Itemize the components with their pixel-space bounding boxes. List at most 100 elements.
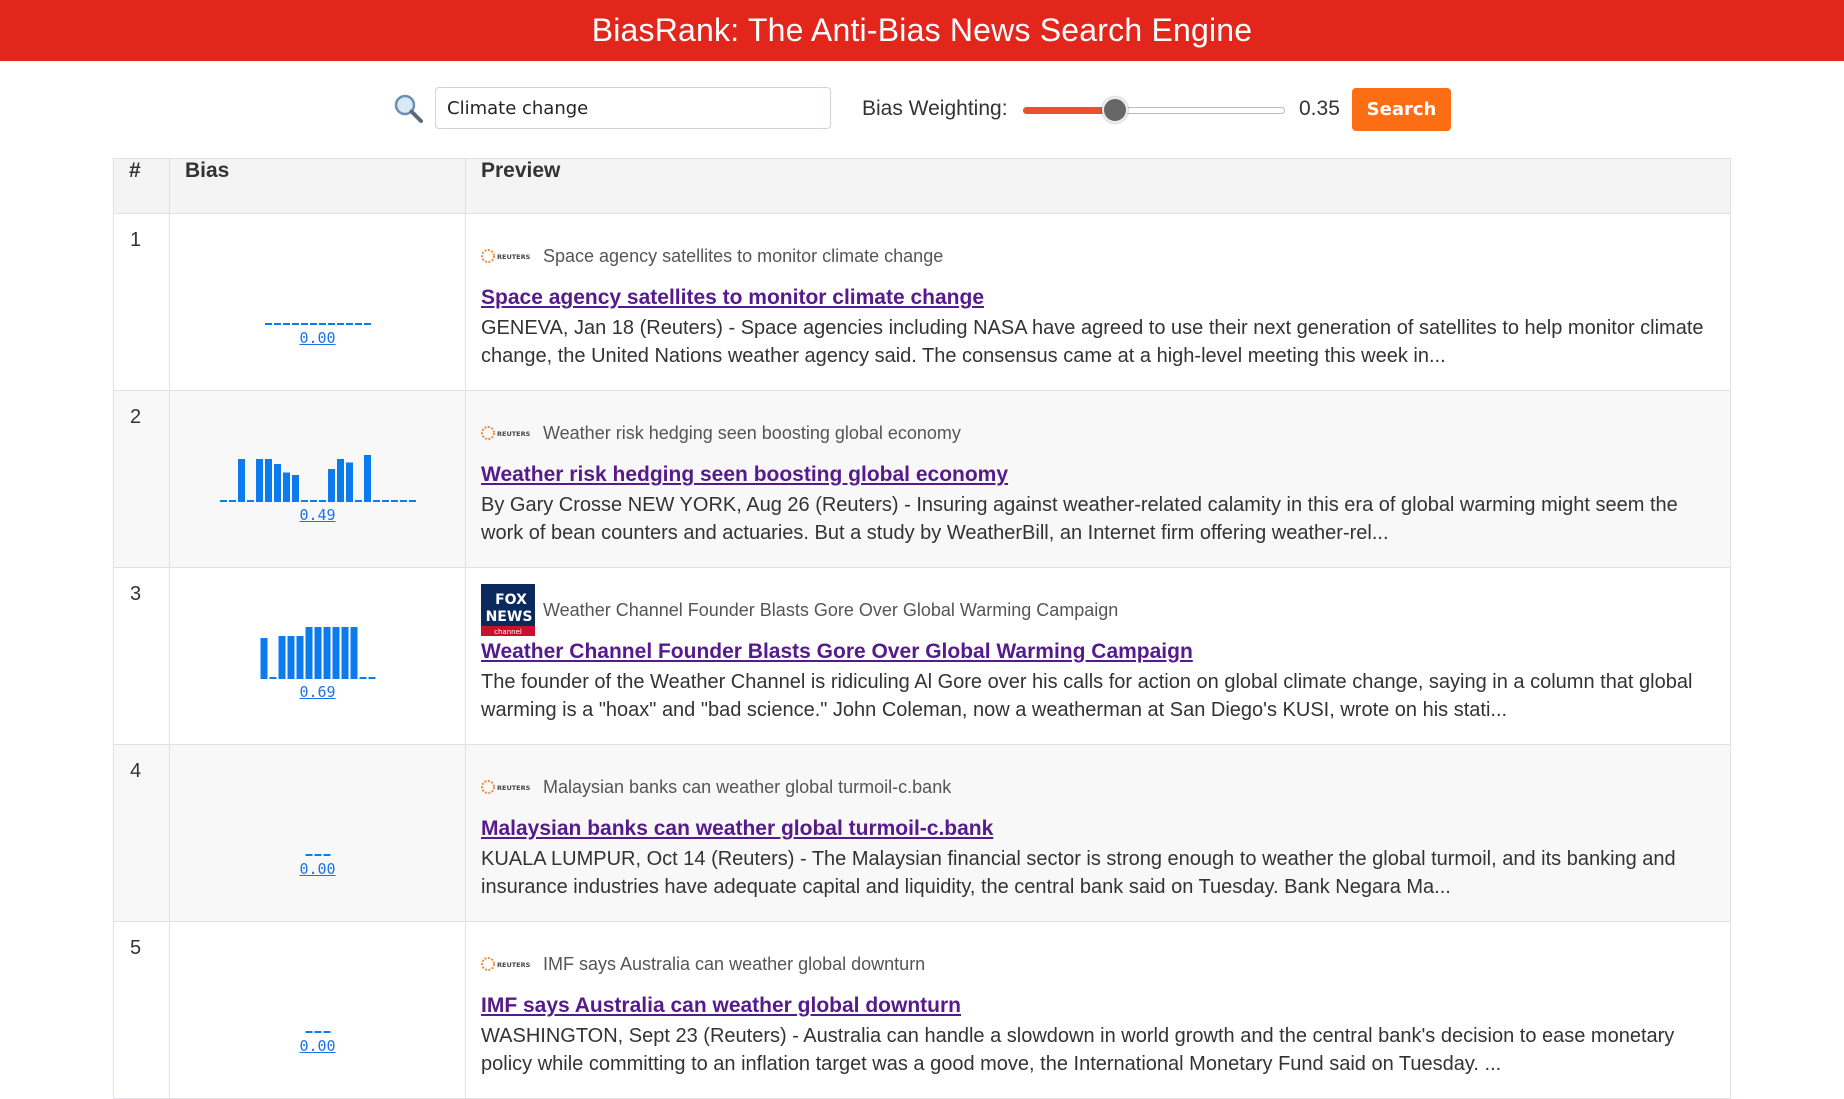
histogram-baseline-segment <box>296 677 303 679</box>
table-row: 5 0.00 REUTERS IMF says Australia can we… <box>113 921 1731 1099</box>
histogram-bar <box>305 627 312 677</box>
table-row: 2 0.49 REUTERS Weather risk hedging seen… <box>113 390 1731 568</box>
histogram-baseline-segment <box>300 500 308 502</box>
histogram-baseline-segment <box>318 323 326 325</box>
histogram-baseline-segment <box>269 677 276 679</box>
bias-score-link[interactable]: 0.49 <box>170 506 465 524</box>
article-link[interactable]: Weather risk hedging seen boosting globa… <box>481 459 1715 491</box>
bias-score-link[interactable]: 0.00 <box>170 860 465 878</box>
histogram-baseline-segment <box>323 854 330 856</box>
reuters-logo: REUTERS <box>481 249 531 263</box>
histogram-bar <box>273 464 281 500</box>
histogram-baseline-segment <box>305 854 312 856</box>
histogram-baseline-segment <box>273 323 281 325</box>
article-link[interactable]: Malaysian banks can weather global turmo… <box>481 813 1715 845</box>
bias-weighting-value: 0.35 <box>1299 97 1340 120</box>
slider-thumb[interactable] <box>1101 97 1128 123</box>
histogram-baseline-segment <box>273 500 281 502</box>
bias-histogram <box>219 455 416 502</box>
histogram-bar <box>363 455 371 500</box>
svg-text:FOX: FOX <box>495 592 527 608</box>
article-snippet: GENEVA, Jan 18 (Reuters) - Space agencie… <box>481 317 1704 367</box>
article-link[interactable]: IMF says Australia can weather global do… <box>481 990 1715 1022</box>
histogram-bar <box>345 462 353 500</box>
histogram-baseline-segment <box>372 500 380 502</box>
histogram-baseline-segment <box>354 323 362 325</box>
histogram-baseline-segment <box>363 323 371 325</box>
row-number: 5 <box>113 921 170 1099</box>
bias-cell: 0.00 <box>169 213 466 391</box>
histogram-baseline-segment <box>336 500 344 502</box>
histogram-baseline-segment <box>314 677 321 679</box>
histogram-baseline-segment <box>309 500 317 502</box>
bias-score-link[interactable]: 0.69 <box>170 683 465 701</box>
histogram-baseline-segment <box>282 500 290 502</box>
histogram-baseline-segment <box>350 677 357 679</box>
reuters-logo: REUTERS <box>481 957 531 971</box>
source-logo: REUTERS <box>481 938 535 990</box>
histogram-bar <box>291 475 299 500</box>
source-logo: REUTERS <box>481 407 535 459</box>
histogram-baseline-segment <box>264 323 272 325</box>
svg-text:REUTERS: REUTERS <box>497 253 531 261</box>
histogram-bar <box>341 627 348 677</box>
histogram-bar <box>264 459 272 500</box>
source-title: Malaysian banks can weather global turmo… <box>543 776 952 797</box>
preview-cell: FOX NEWS channel Weather Channel Founder… <box>465 567 1731 745</box>
table-row: 4 0.00 REUTERS Malaysian banks can weath… <box>113 744 1731 922</box>
histogram-bar <box>327 469 335 500</box>
source-logo: REUTERS <box>481 761 535 813</box>
histogram-baseline-segment <box>264 500 272 502</box>
histogram-bar <box>260 638 267 677</box>
histogram-baseline-segment <box>345 323 353 325</box>
article-link[interactable]: Space agency satellites to monitor clima… <box>481 282 1715 314</box>
histogram-bar <box>296 636 303 677</box>
histogram-baseline-segment <box>408 500 416 502</box>
bias-cell: 0.00 <box>169 744 466 922</box>
row-number: 4 <box>113 744 170 922</box>
fox-news-logo: FOX NEWS channel <box>481 584 535 636</box>
histogram-baseline-segment <box>336 323 344 325</box>
preview-cell: REUTERS Weather risk hedging seen boosti… <box>465 390 1731 568</box>
histogram-bar <box>336 459 344 500</box>
article-snippet: KUALA LUMPUR, Oct 14 (Reuters) - The Mal… <box>481 848 1676 898</box>
histogram-baseline-segment <box>219 500 227 502</box>
svg-text:REUTERS: REUTERS <box>497 784 531 792</box>
histogram-baseline-segment <box>246 500 254 502</box>
table-row: 3 0.69 FOX NEWS channel Weather Channel … <box>113 567 1731 745</box>
histogram-baseline-segment <box>390 500 398 502</box>
app-header: BiasRank: The Anti-Bias News Search Engi… <box>0 0 1844 61</box>
article-link[interactable]: Weather Channel Founder Blasts Gore Over… <box>481 636 1715 668</box>
histogram-baseline-segment <box>359 677 366 679</box>
bias-score-link[interactable]: 0.00 <box>170 329 465 347</box>
histogram-baseline-segment <box>332 677 339 679</box>
search-input[interactable] <box>435 87 831 129</box>
preview-cell: REUTERS Space agency satellites to monit… <box>465 213 1731 391</box>
histogram-baseline-segment <box>327 500 335 502</box>
histogram-baseline-segment <box>260 677 267 679</box>
app-title: BiasRank: The Anti-Bias News Search Engi… <box>591 12 1253 48</box>
results-table: # Bias Preview 1 0.00 REUTERS Space agen… <box>113 158 1731 1099</box>
search-button[interactable]: Search <box>1352 88 1451 131</box>
row-number: 2 <box>113 390 170 568</box>
bias-weighting-slider[interactable] <box>1023 97 1285 123</box>
histogram-baseline-segment <box>282 323 290 325</box>
source-logo: FOX NEWS channel <box>481 584 535 636</box>
bias-score-link[interactable]: 0.00 <box>170 1037 465 1055</box>
source-title: Space agency satellites to monitor clima… <box>543 245 944 266</box>
row-number: 1 <box>113 213 170 391</box>
histogram-bar <box>237 459 245 500</box>
histogram-baseline-segment <box>237 500 245 502</box>
bias-cell: 0.00 <box>169 921 466 1099</box>
histogram-bar <box>278 636 285 677</box>
header-num: # <box>113 158 170 214</box>
histogram-baseline-segment <box>291 500 299 502</box>
histogram-baseline-segment <box>305 677 312 679</box>
bias-histogram <box>305 1031 330 1033</box>
histogram-baseline-segment <box>368 677 375 679</box>
reuters-logo: REUTERS <box>481 780 531 794</box>
article-snippet: The founder of the Weather Channel is ri… <box>481 671 1693 721</box>
histogram-baseline-segment <box>255 500 263 502</box>
histogram-baseline-segment <box>323 677 330 679</box>
source-title: Weather risk hedging seen boosting globa… <box>543 422 961 443</box>
